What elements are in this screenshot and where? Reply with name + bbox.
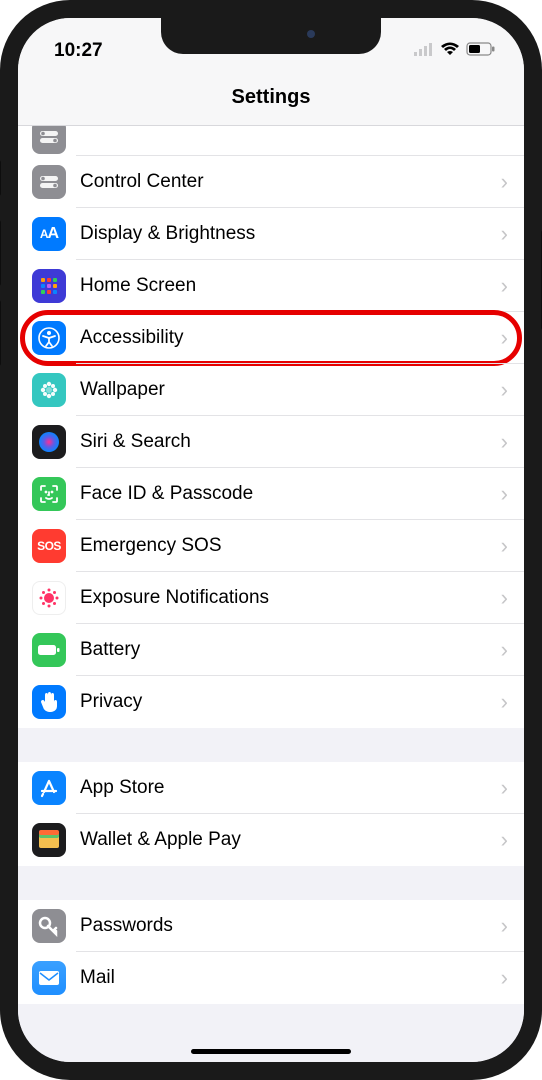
chevron-right-icon: ›: [501, 689, 508, 715]
home-grid-icon: [32, 269, 66, 303]
row-label: Face ID & Passcode: [80, 483, 493, 505]
toggles-icon: [32, 126, 66, 154]
row-app-store[interactable]: App Store ›: [18, 762, 524, 814]
chevron-right-icon: ›: [501, 965, 508, 991]
phone-frame: 10:27 Settings: [0, 0, 542, 1080]
row-emergency-sos[interactable]: SOS Emergency SOS ›: [18, 520, 524, 572]
battery-icon: [466, 40, 496, 62]
row-passwords[interactable]: Passwords ›: [18, 900, 524, 952]
row-label: Exposure Notifications: [80, 587, 493, 609]
row-label: Mail: [80, 967, 493, 989]
flower-icon: [32, 373, 66, 407]
appstore-icon: [32, 771, 66, 805]
mail-icon: [32, 961, 66, 995]
volume-up-button: [0, 220, 1, 286]
settings-list[interactable]: Control Center › AA Display & Brightness…: [18, 126, 524, 1062]
chevron-right-icon: ›: [501, 637, 508, 663]
row-battery[interactable]: Battery ›: [18, 624, 524, 676]
row-home-screen[interactable]: Home Screen ›: [18, 260, 524, 312]
settings-group-store: App Store › Wallet & Apple Pay ›: [18, 762, 524, 866]
settings-group-accounts: Passwords › Mail ›: [18, 900, 524, 1004]
sos-icon: SOS: [32, 529, 66, 563]
wallet-icon: [32, 823, 66, 857]
row-label: Emergency SOS: [80, 535, 493, 557]
row-partial-top[interactable]: [18, 126, 524, 156]
row-face-id[interactable]: Face ID & Passcode ›: [18, 468, 524, 520]
chevron-right-icon: ›: [501, 221, 508, 247]
row-control-center[interactable]: Control Center ›: [18, 156, 524, 208]
nav-bar: Settings: [18, 70, 524, 126]
status-time: 10:27: [54, 40, 103, 62]
row-label: Home Screen: [80, 275, 493, 297]
wifi-icon: [440, 40, 460, 62]
row-accessibility[interactable]: Accessibility ›: [18, 312, 524, 364]
row-label: Accessibility: [80, 327, 493, 349]
chevron-right-icon: ›: [501, 827, 508, 853]
status-right: [414, 40, 496, 62]
toggles-icon: [32, 165, 66, 199]
row-label: Wallet & Apple Pay: [80, 829, 493, 851]
chevron-right-icon: ›: [501, 169, 508, 195]
row-privacy[interactable]: Privacy ›: [18, 676, 524, 728]
text-size-icon: AA: [32, 217, 66, 251]
battery-icon: [32, 633, 66, 667]
row-label: Battery: [80, 639, 493, 661]
chevron-right-icon: ›: [501, 429, 508, 455]
chevron-right-icon: ›: [501, 325, 508, 351]
cellular-icon: [414, 40, 434, 62]
mute-switch: [0, 160, 1, 196]
row-label: Display & Brightness: [80, 223, 493, 245]
volume-down-button: [0, 300, 1, 366]
siri-icon: [32, 425, 66, 459]
exposure-icon: [32, 581, 66, 615]
settings-group-general: Control Center › AA Display & Brightness…: [18, 126, 524, 728]
row-label: Wallpaper: [80, 379, 493, 401]
row-wallet[interactable]: Wallet & Apple Pay ›: [18, 814, 524, 866]
row-label: Privacy: [80, 691, 493, 713]
phone-screen: 10:27 Settings: [18, 18, 524, 1062]
chevron-right-icon: ›: [501, 585, 508, 611]
row-display-brightness[interactable]: AA Display & Brightness ›: [18, 208, 524, 260]
faceid-icon: [32, 477, 66, 511]
home-indicator[interactable]: [191, 1049, 351, 1054]
page-title: Settings: [232, 86, 311, 109]
chevron-right-icon: ›: [501, 481, 508, 507]
hand-icon: [32, 685, 66, 719]
row-wallpaper[interactable]: Wallpaper ›: [18, 364, 524, 416]
row-exposure-notifications[interactable]: Exposure Notifications ›: [18, 572, 524, 624]
chevron-right-icon: ›: [501, 533, 508, 559]
accessibility-icon: [32, 321, 66, 355]
chevron-right-icon: ›: [501, 377, 508, 403]
chevron-right-icon: ›: [501, 775, 508, 801]
chevron-right-icon: ›: [501, 273, 508, 299]
key-icon: [32, 909, 66, 943]
notch: [161, 18, 381, 54]
row-label: Control Center: [80, 171, 493, 193]
row-label: Siri & Search: [80, 431, 493, 453]
row-label: App Store: [80, 777, 493, 799]
row-mail[interactable]: Mail ›: [18, 952, 524, 1004]
chevron-right-icon: ›: [501, 913, 508, 939]
row-siri-search[interactable]: Siri & Search ›: [18, 416, 524, 468]
row-label: Passwords: [80, 915, 493, 937]
